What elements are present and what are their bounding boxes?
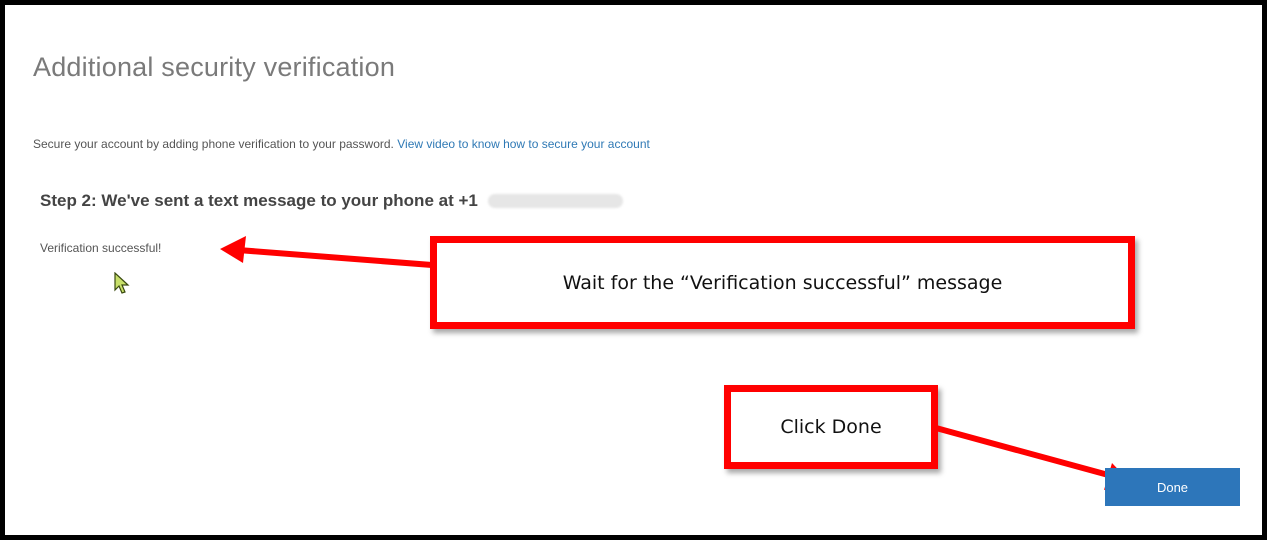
done-button[interactable]: Done	[1105, 468, 1240, 506]
annotation-arrows	[220, 236, 1132, 490]
arrow-to-status	[220, 236, 433, 268]
arrow-to-done	[935, 425, 1132, 490]
